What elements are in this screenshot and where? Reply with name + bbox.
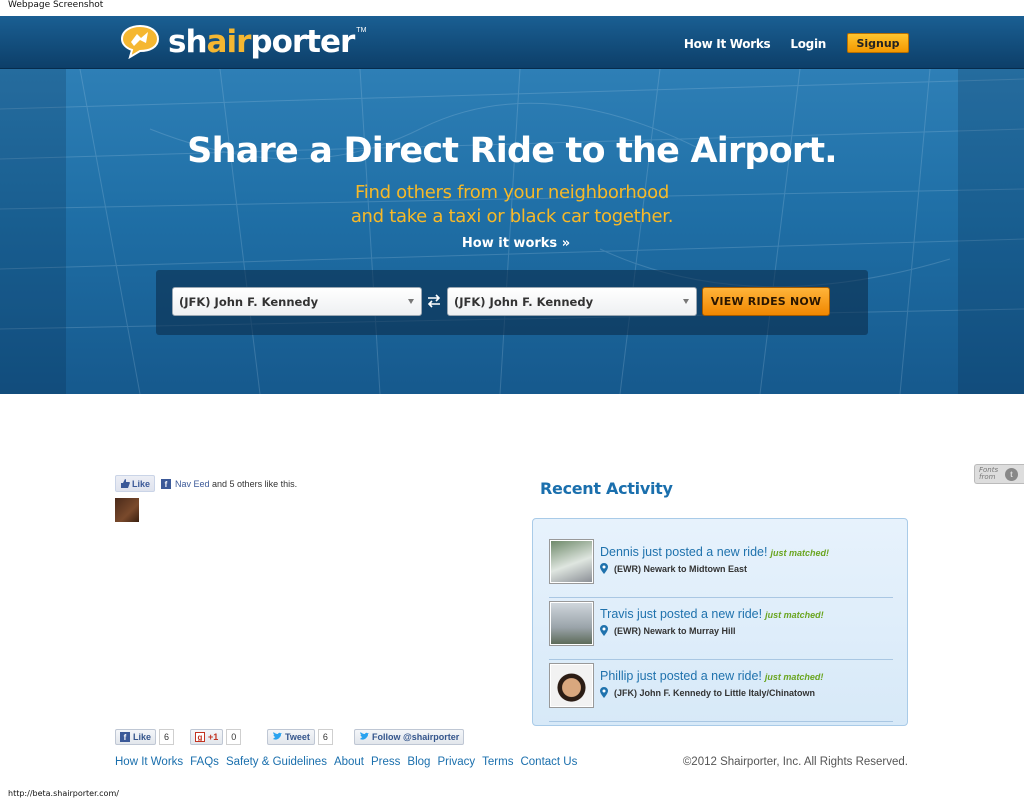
tweet-button[interactable]: Tweet: [267, 729, 315, 745]
top-nav: How It Works Login Signup: [664, 33, 909, 53]
activity-item[interactable]: Travis just posted a new ride! just match…: [549, 598, 893, 660]
swap-arrows-icon[interactable]: [426, 294, 442, 308]
hero-subtitle-line1: Find others from your neighborhood: [355, 182, 669, 203]
signup-button[interactable]: Signup: [847, 33, 909, 53]
hero-shade-right: [958, 69, 1024, 394]
hero-banner: Share a Direct Ride to the Airport. Find…: [0, 69, 1024, 394]
follow-button[interactable]: Follow @shairporter: [354, 729, 465, 745]
facebook-like-count: 6: [159, 729, 175, 745]
dropdown-arrow-icon: [683, 299, 689, 304]
matched-badge: just matched!: [770, 548, 829, 558]
recent-activity-title: Recent Activity: [540, 479, 673, 498]
map-background: [0, 69, 1024, 394]
recent-activity-list: Dennis just posted a new ride! just match…: [532, 518, 908, 726]
tweet-count: 6: [317, 729, 333, 745]
logo[interactable]: shairporter TM: [118, 22, 366, 62]
avatar[interactable]: [549, 663, 594, 708]
facebook-icon: f: [161, 478, 171, 489]
from-airport-select[interactable]: (JFK) John F. Kennedy: [172, 287, 422, 316]
footer-link-contact[interactable]: Contact Us: [520, 756, 577, 768]
footer-nav: How It Works FAQs Safety & Guidelines Ab…: [115, 756, 584, 768]
footer-link-blog[interactable]: Blog: [407, 756, 430, 768]
view-rides-button[interactable]: VIEW RIDES NOW: [702, 287, 830, 316]
site-header: shairporter TM How It Works Login Signup: [0, 16, 1024, 69]
facebook-friend-link[interactable]: Nav Eed: [175, 479, 210, 489]
from-airport-value: (JFK) John F. Kennedy: [179, 294, 319, 309]
footer-link-safety[interactable]: Safety & Guidelines: [226, 756, 327, 768]
facebook-like-text: Nav Eed and 5 others like this.: [175, 478, 298, 489]
google-plusone: g +1 0: [190, 729, 242, 745]
activity-route: (EWR) Newark to Murray Hill: [600, 625, 736, 636]
footer-link-press[interactable]: Press: [371, 756, 400, 768]
facebook-like-box: Like f Nav Eed and 5 others like this.: [115, 475, 297, 492]
fonts-provider-badge[interactable]: Fonts from t: [974, 464, 1024, 484]
facebook-friend-avatar[interactable]: [115, 498, 139, 522]
activity-item[interactable]: Phillip just posted a new ride! just matc…: [549, 660, 893, 722]
nav-login[interactable]: Login: [790, 37, 826, 51]
to-destination-value: (JFK) John F. Kennedy: [454, 294, 594, 309]
nav-how-it-works[interactable]: How It Works: [684, 37, 771, 51]
activity-item[interactable]: Dennis just posted a new ride! just match…: [549, 536, 893, 598]
map-pin-icon: [600, 625, 608, 636]
facebook-like-share-button[interactable]: f Like: [115, 729, 157, 745]
footer-link-faqs[interactable]: FAQs: [190, 756, 219, 768]
activity-route: (EWR) Newark to Midtown East: [600, 563, 747, 574]
avatar[interactable]: [549, 601, 594, 646]
footer-link-how-it-works[interactable]: How It Works: [115, 756, 183, 768]
facebook-icon: f: [120, 732, 130, 742]
hero-subtitle-line2: and take a taxi or black car together.: [350, 206, 674, 227]
activity-route: (JFK) John F. Kennedy to Little Italy/Ch…: [600, 687, 815, 698]
to-destination-select[interactable]: (JFK) John F. Kennedy: [447, 287, 697, 316]
matched-badge: just matched!: [765, 610, 824, 620]
activity-title[interactable]: Phillip just posted a new ride! just matc…: [600, 669, 823, 683]
matched-badge: just matched!: [764, 672, 824, 682]
footer-link-privacy[interactable]: Privacy: [437, 756, 475, 768]
map-pin-icon: [600, 563, 608, 574]
twitter-follow: Follow @shairporter: [354, 729, 465, 745]
thumbs-up-icon: [120, 479, 130, 488]
logo-trademark: TM: [356, 26, 367, 34]
map-pin-icon: [600, 687, 608, 698]
activity-title[interactable]: Dennis just posted a new ride! just match…: [600, 545, 829, 559]
facebook-like-button[interactable]: Like: [115, 475, 155, 492]
twitter-bird-icon: [360, 732, 369, 740]
screenshot-caption: Webpage Screenshot: [8, 0, 104, 10]
logo-text: shairporter: [168, 24, 355, 60]
avatar[interactable]: [549, 539, 594, 584]
hero-subtitle: Find others from your neighborhood and t…: [0, 181, 1024, 229]
status-url: http://beta.shairporter.com/: [8, 789, 119, 798]
google-plusone-button[interactable]: g +1: [190, 729, 224, 745]
activity-title[interactable]: Travis just posted a new ride! just match…: [600, 607, 824, 621]
google-icon: g: [195, 732, 205, 742]
plusone-count: 0: [226, 729, 242, 745]
dropdown-arrow-icon: [408, 299, 414, 304]
facebook-share: f Like 6: [115, 729, 175, 745]
hero-title: Share a Direct Ride to the Airport.: [187, 131, 837, 171]
typekit-logo-icon: t: [1005, 468, 1018, 481]
hero-shade-left: [0, 69, 66, 394]
twitter-tweet: Tweet 6: [267, 729, 333, 745]
footer-link-about[interactable]: About: [334, 756, 364, 768]
twitter-bird-icon: [273, 732, 282, 740]
logo-bubble-icon: [118, 24, 162, 60]
copyright-text: ©2012 Shairporter, Inc. All Rights Reser…: [682, 756, 908, 768]
footer-link-terms[interactable]: Terms: [482, 756, 513, 768]
ride-search-panel: (JFK) John F. Kennedy (JFK) John F. Kenn…: [156, 270, 868, 335]
how-it-works-link[interactable]: How it works »: [0, 236, 1024, 251]
